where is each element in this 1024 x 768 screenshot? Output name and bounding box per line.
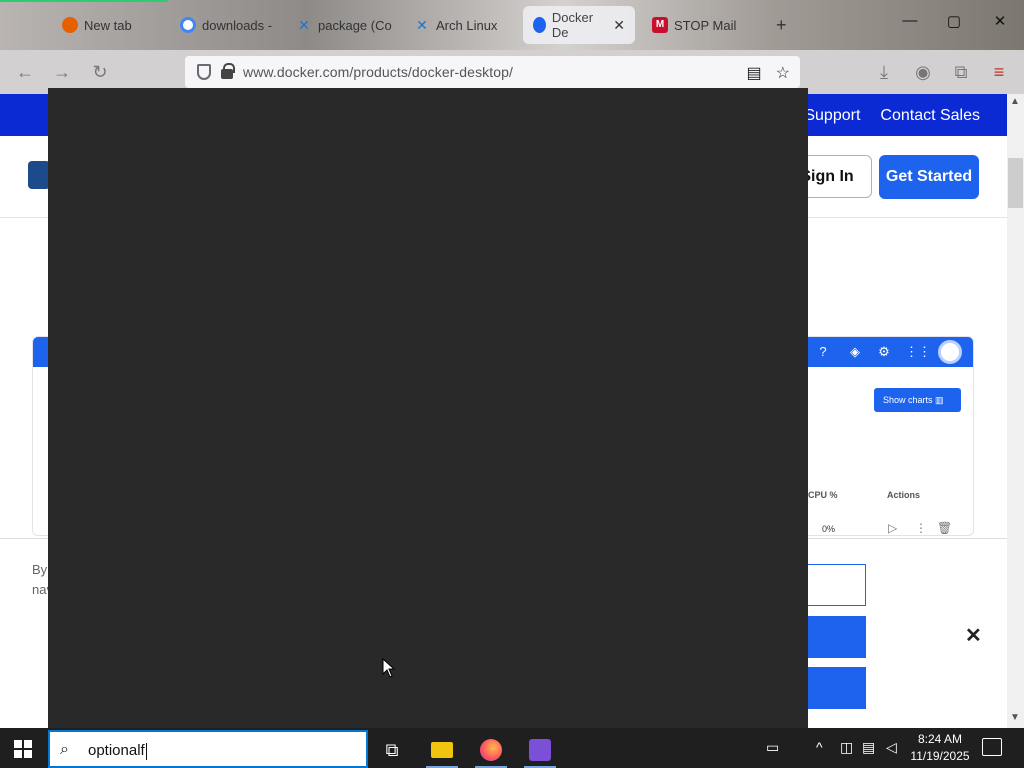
google-icon <box>180 17 196 33</box>
close-tab-icon[interactable]: ✕ <box>613 17 625 34</box>
cpu-value: 0% <box>822 524 836 534</box>
help-icon: ? <box>819 344 827 359</box>
scroll-up-icon[interactable]: ▲ <box>1010 96 1020 107</box>
network-icon[interactable]: ▤ <box>862 739 875 756</box>
tab-label: Docker De <box>551 10 594 40</box>
chart-icon: ▥ <box>935 395 944 405</box>
news-widget-icon[interactable]: ▭ <box>766 739 779 756</box>
taskbar-clock[interactable]: 8:24 AM 11/19/2025 <box>908 731 972 765</box>
cookie-settings-button[interactable] <box>808 564 866 606</box>
task-view-icon[interactable]: ⧉ <box>370 732 414 768</box>
address-bar[interactable]: www.docker.com/products/docker-desktop/ … <box>185 56 800 88</box>
tab-label: New tab <box>84 17 132 33</box>
tab-arch-linux[interactable]: ✕ Arch Linux <box>404 6 507 44</box>
nav-link-support[interactable]: Support <box>804 107 860 125</box>
reader-view-icon[interactable]: ▤ <box>747 63 762 83</box>
page-scrollbar[interactable]: ▲ ▼ <box>1007 94 1024 728</box>
volume-muted-icon[interactable]: ◁ <box>886 739 897 756</box>
x-icon: ✕ <box>416 17 428 33</box>
back-arrow-icon[interactable]: ← <box>15 62 35 82</box>
docker-logo-icon[interactable] <box>28 161 50 189</box>
chevron-up-icon[interactable]: ^ <box>816 739 823 755</box>
avatar <box>938 340 962 364</box>
tab-label: package (Co <box>318 17 392 33</box>
meet-icon[interactable]: ◫ <box>840 739 853 756</box>
windows-start-icon[interactable] <box>14 740 32 758</box>
new-tab-button[interactable]: + <box>766 6 797 44</box>
docker-icon <box>533 17 546 33</box>
scroll-down-icon[interactable]: ▼ <box>1010 712 1020 723</box>
bookmark-star-icon[interactable]: ☆ <box>776 63 790 83</box>
more-vertical-icon: ⋮ <box>915 521 927 535</box>
close-window-button[interactable]: ✕ <box>986 12 1014 36</box>
mouse-cursor-icon <box>382 657 396 683</box>
forward-arrow-icon[interactable]: → <box>52 62 72 82</box>
firefox-taskbar-icon[interactable] <box>469 732 513 768</box>
clock-date: 11/19/2025 <box>910 749 970 763</box>
url-text: www.docker.com/products/docker-desktop/ <box>243 64 514 80</box>
show-charts-button: Show charts ▥ <box>874 388 961 412</box>
clock-time: 8:24 AM <box>917 732 963 746</box>
column-header-actions: Actions <box>887 490 921 500</box>
tab-docker[interactable]: Docker De ✕ <box>523 6 635 44</box>
file-explorer-icon[interactable] <box>420 732 464 768</box>
gear-icon: ⚙ <box>878 344 890 359</box>
tab-mail[interactable]: M STOP Mail <box>642 6 746 44</box>
show-charts-label: Show charts <box>883 395 933 405</box>
close-icon[interactable]: ✕ <box>965 623 982 648</box>
tab-label: Arch Linux <box>436 17 498 33</box>
reload-icon[interactable]: ↻ <box>90 62 110 82</box>
shield-icon[interactable] <box>197 64 211 80</box>
tab-downloads[interactable]: downloads - <box>170 6 282 44</box>
accept-cookies-button[interactable] <box>808 667 866 709</box>
grid-icon: ⋮⋮ <box>905 344 931 359</box>
plus-icon: + <box>776 14 787 35</box>
downloads-icon[interactable]: ⤓ <box>874 62 894 82</box>
learn-icon: ◈ <box>850 344 860 359</box>
nav-link-contact-sales[interactable]: Contact Sales <box>880 107 980 125</box>
m-icon: M <box>652 17 668 33</box>
tab-label: STOP Mail <box>674 17 737 33</box>
minimize-button[interactable]: — <box>896 12 924 36</box>
visual-studio-icon[interactable] <box>518 732 562 768</box>
menu-icon[interactable]: ≡ <box>989 62 1009 82</box>
reject-cookies-button[interactable] <box>808 616 866 658</box>
notification-icon[interactable] <box>982 738 1002 756</box>
account-icon[interactable]: ◉ <box>913 62 933 82</box>
tab-label: downloads - <box>202 17 273 33</box>
firefox-icon <box>62 17 78 33</box>
get-started-button[interactable]: Get Started <box>879 155 979 199</box>
tab-new-tab[interactable]: New tab <box>52 6 142 44</box>
lock-icon[interactable] <box>221 63 235 79</box>
windows-taskbar: ⌕ optionalf ⧉ ▭ ^ ◫ ▤ ◁ 8:24 AM 11/19/20… <box>0 728 1024 768</box>
cookie-text-by: By <box>32 562 48 577</box>
maximize-button[interactable]: ▢ <box>940 12 968 36</box>
trash-icon: 🗑 <box>937 521 953 535</box>
search-icon: ⌕ <box>60 741 69 758</box>
column-header-cpu: CPU % <box>808 490 838 500</box>
page-load-progress <box>0 0 168 2</box>
play-icon: ▷ <box>888 521 898 535</box>
scrollbar-thumb[interactable] <box>1008 158 1023 208</box>
extensions-icon[interactable]: ⧉ <box>951 62 971 82</box>
tab-package[interactable]: ✕ package (Co <box>286 6 402 44</box>
taskbar-search-input[interactable]: ⌕ optionalf <box>48 730 368 768</box>
x-icon: ✕ <box>298 17 310 33</box>
search-query: optionalf <box>88 742 145 759</box>
search-results-popup <box>48 88 808 728</box>
browser-tab-strip: New tab downloads - ✕ package (Co ✕ Arch… <box>0 0 1024 50</box>
